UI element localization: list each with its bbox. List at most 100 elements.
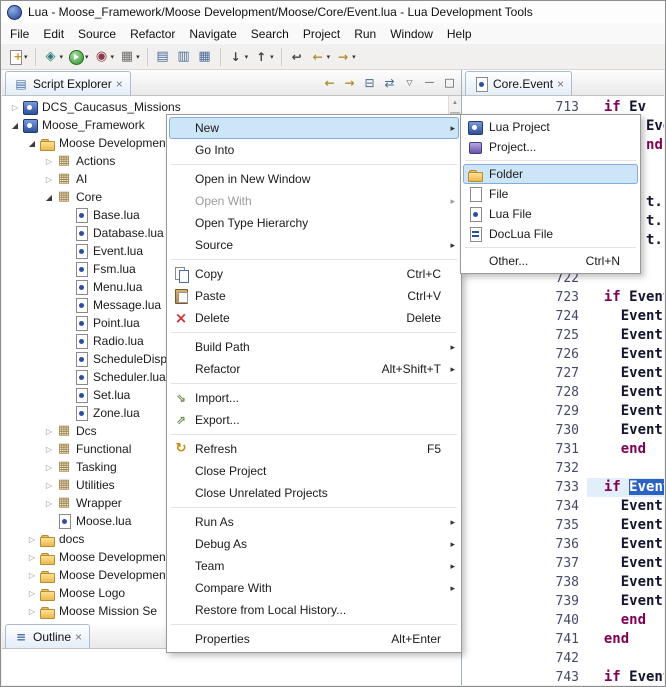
menu-item-close-unrelated-projects[interactable]: Close Unrelated Projects bbox=[169, 482, 459, 504]
menu-item-export[interactable]: Export... bbox=[169, 409, 459, 431]
collapsed-arrow-icon[interactable]: ▷ bbox=[42, 175, 56, 184]
menu-item-new[interactable]: New▸ bbox=[169, 117, 459, 139]
menu-item-open-with: Open With▸ bbox=[169, 190, 459, 212]
coverage-button[interactable]: ▾ bbox=[92, 46, 117, 68]
external-tools-button[interactable]: ▾ bbox=[117, 46, 142, 68]
view-menu-button[interactable] bbox=[401, 74, 418, 91]
collapsed-arrow-icon[interactable]: ▷ bbox=[42, 445, 56, 454]
collapsed-arrow-icon[interactable]: ▷ bbox=[42, 427, 56, 436]
dropdown-chevron-icon: ▾ bbox=[111, 53, 115, 61]
menubar-item-refactor[interactable]: Refactor bbox=[123, 25, 182, 43]
menu-item-label: Team bbox=[191, 559, 455, 573]
tab-script-explorer[interactable]: Script Explorer bbox=[5, 71, 131, 95]
last-edit-button[interactable] bbox=[287, 46, 307, 68]
maximize-icon bbox=[442, 75, 458, 91]
open-element-button[interactable] bbox=[153, 46, 173, 68]
collapsed-arrow-icon[interactable]: ▷ bbox=[42, 499, 56, 508]
collapsed-arrow-icon[interactable]: ▷ bbox=[8, 103, 22, 112]
menu-item-file[interactable]: File bbox=[463, 184, 638, 204]
menubar-item-edit[interactable]: Edit bbox=[36, 25, 71, 43]
menubar-item-navigate[interactable]: Navigate bbox=[182, 25, 243, 43]
menu-item-run-as[interactable]: Run As▸ bbox=[169, 511, 459, 533]
menubar-item-window[interactable]: Window bbox=[383, 25, 440, 43]
outline-icon bbox=[13, 629, 29, 645]
menu-item-icon-slot bbox=[171, 310, 191, 326]
new-wizard-button[interactable]: ▾ bbox=[5, 46, 30, 68]
menu-item-compare-with[interactable]: Compare With▸ bbox=[169, 577, 459, 599]
new-submenu: Lua ProjectProject... FolderFileLua FileD… bbox=[460, 114, 641, 274]
link-with-editor-button[interactable] bbox=[381, 74, 398, 91]
next-annotation-button[interactable]: ▾ bbox=[226, 46, 251, 68]
debug-button[interactable]: ▾ bbox=[41, 46, 66, 68]
menu-item-project[interactable]: Project... bbox=[463, 137, 638, 157]
close-icon[interactable] bbox=[116, 77, 123, 91]
forward-button[interactable]: ▾ bbox=[333, 46, 358, 68]
menu-item-properties[interactable]: PropertiesAlt+Enter bbox=[169, 628, 459, 650]
menu-item-team[interactable]: Team▸ bbox=[169, 555, 459, 577]
outline-sm-button[interactable] bbox=[174, 46, 194, 68]
expanded-arrow-icon[interactable]: ◢ bbox=[8, 121, 22, 130]
menu-item-folder[interactable]: Folder bbox=[463, 164, 638, 184]
prev-annotation-button[interactable]: ▾ bbox=[251, 46, 276, 68]
menu-item-refactor[interactable]: RefactorAlt+Shift+T▸ bbox=[169, 358, 459, 380]
menu-item-source[interactable]: Source▸ bbox=[169, 234, 459, 256]
dropdown-chevron-icon: ▾ bbox=[60, 53, 64, 61]
collapsed-arrow-icon[interactable]: ▷ bbox=[25, 535, 39, 544]
back-button[interactable]: ▾ bbox=[308, 46, 333, 68]
new-folder-icon bbox=[467, 166, 483, 182]
collapse-all-button[interactable] bbox=[361, 74, 378, 91]
menu-item-doclua-file[interactable]: DocLua File bbox=[463, 224, 638, 244]
menu-item-other[interactable]: Other...Ctrl+N bbox=[463, 251, 638, 271]
next-annotation-icon bbox=[228, 49, 244, 65]
menu-item-label: Debug As bbox=[191, 537, 455, 551]
package-icon bbox=[56, 153, 72, 169]
maximize-button[interactable] bbox=[441, 74, 458, 91]
menu-item-copy[interactable]: CopyCtrl+C bbox=[169, 263, 459, 285]
menu-item-close-project[interactable]: Close Project bbox=[169, 460, 459, 482]
expanded-arrow-icon[interactable]: ◢ bbox=[42, 193, 56, 202]
forward-button[interactable] bbox=[341, 74, 358, 91]
code-token: if bbox=[604, 99, 621, 115]
menu-item-import[interactable]: Import... bbox=[169, 387, 459, 409]
back-button[interactable] bbox=[321, 74, 338, 91]
menubar-item-file[interactable]: File bbox=[3, 25, 36, 43]
collapsed-arrow-icon[interactable]: ▷ bbox=[25, 553, 39, 562]
menu-item-refresh[interactable]: RefreshF5 bbox=[169, 438, 459, 460]
folder-icon bbox=[39, 531, 55, 547]
menu-item-restore-from-local-history[interactable]: Restore from Local History... bbox=[169, 599, 459, 621]
tab-outline[interactable]: Outline bbox=[5, 624, 90, 648]
collapsed-arrow-icon[interactable]: ▷ bbox=[42, 481, 56, 490]
collapsed-arrow-icon[interactable]: ▷ bbox=[25, 571, 39, 580]
collapsed-arrow-icon[interactable]: ▷ bbox=[42, 463, 56, 472]
menu-item-build-path[interactable]: Build Path▸ bbox=[169, 336, 459, 358]
code-line: 737 Event.I bbox=[462, 554, 664, 573]
menu-item-go-into[interactable]: Go Into bbox=[169, 139, 459, 161]
menubar-item-help[interactable]: Help bbox=[440, 25, 479, 43]
menu-separator bbox=[171, 164, 457, 165]
expanded-arrow-icon[interactable]: ◢ bbox=[25, 139, 39, 148]
run-button[interactable]: ▾ bbox=[66, 46, 91, 68]
prev-annotation-icon bbox=[253, 49, 269, 65]
menu-item-open-type-hierarchy[interactable]: Open Type Hierarchy bbox=[169, 212, 459, 234]
scroll-up-icon[interactable] bbox=[449, 97, 461, 110]
collapsed-arrow-icon[interactable]: ▷ bbox=[25, 589, 39, 598]
menubar-item-source[interactable]: Source bbox=[71, 25, 123, 43]
menu-item-lua-file[interactable]: Lua File bbox=[463, 204, 638, 224]
collapsed-arrow-icon[interactable]: ▷ bbox=[42, 157, 56, 166]
tab-core-event[interactable]: Core.Event bbox=[465, 71, 572, 95]
close-icon[interactable] bbox=[75, 630, 82, 644]
close-icon[interactable] bbox=[557, 77, 564, 91]
menubar-item-run[interactable]: Run bbox=[347, 25, 383, 43]
menu-item-open-in-new-window[interactable]: Open in New Window bbox=[169, 168, 459, 190]
collapsed-arrow-icon[interactable]: ▷ bbox=[25, 607, 39, 616]
menu-item-debug-as[interactable]: Debug As▸ bbox=[169, 533, 459, 555]
submenu-arrow-icon: ▸ bbox=[450, 555, 455, 577]
grid-button[interactable] bbox=[195, 46, 215, 68]
menu-item-paste[interactable]: PasteCtrl+V bbox=[169, 285, 459, 307]
minimize-button[interactable] bbox=[421, 74, 438, 91]
menubar-item-search[interactable]: Search bbox=[244, 25, 296, 43]
menu-item-lua-project[interactable]: Lua Project bbox=[463, 117, 638, 137]
menubar-item-project[interactable]: Project bbox=[296, 25, 347, 43]
code-token bbox=[587, 631, 604, 647]
menu-item-delete[interactable]: DeleteDelete bbox=[169, 307, 459, 329]
